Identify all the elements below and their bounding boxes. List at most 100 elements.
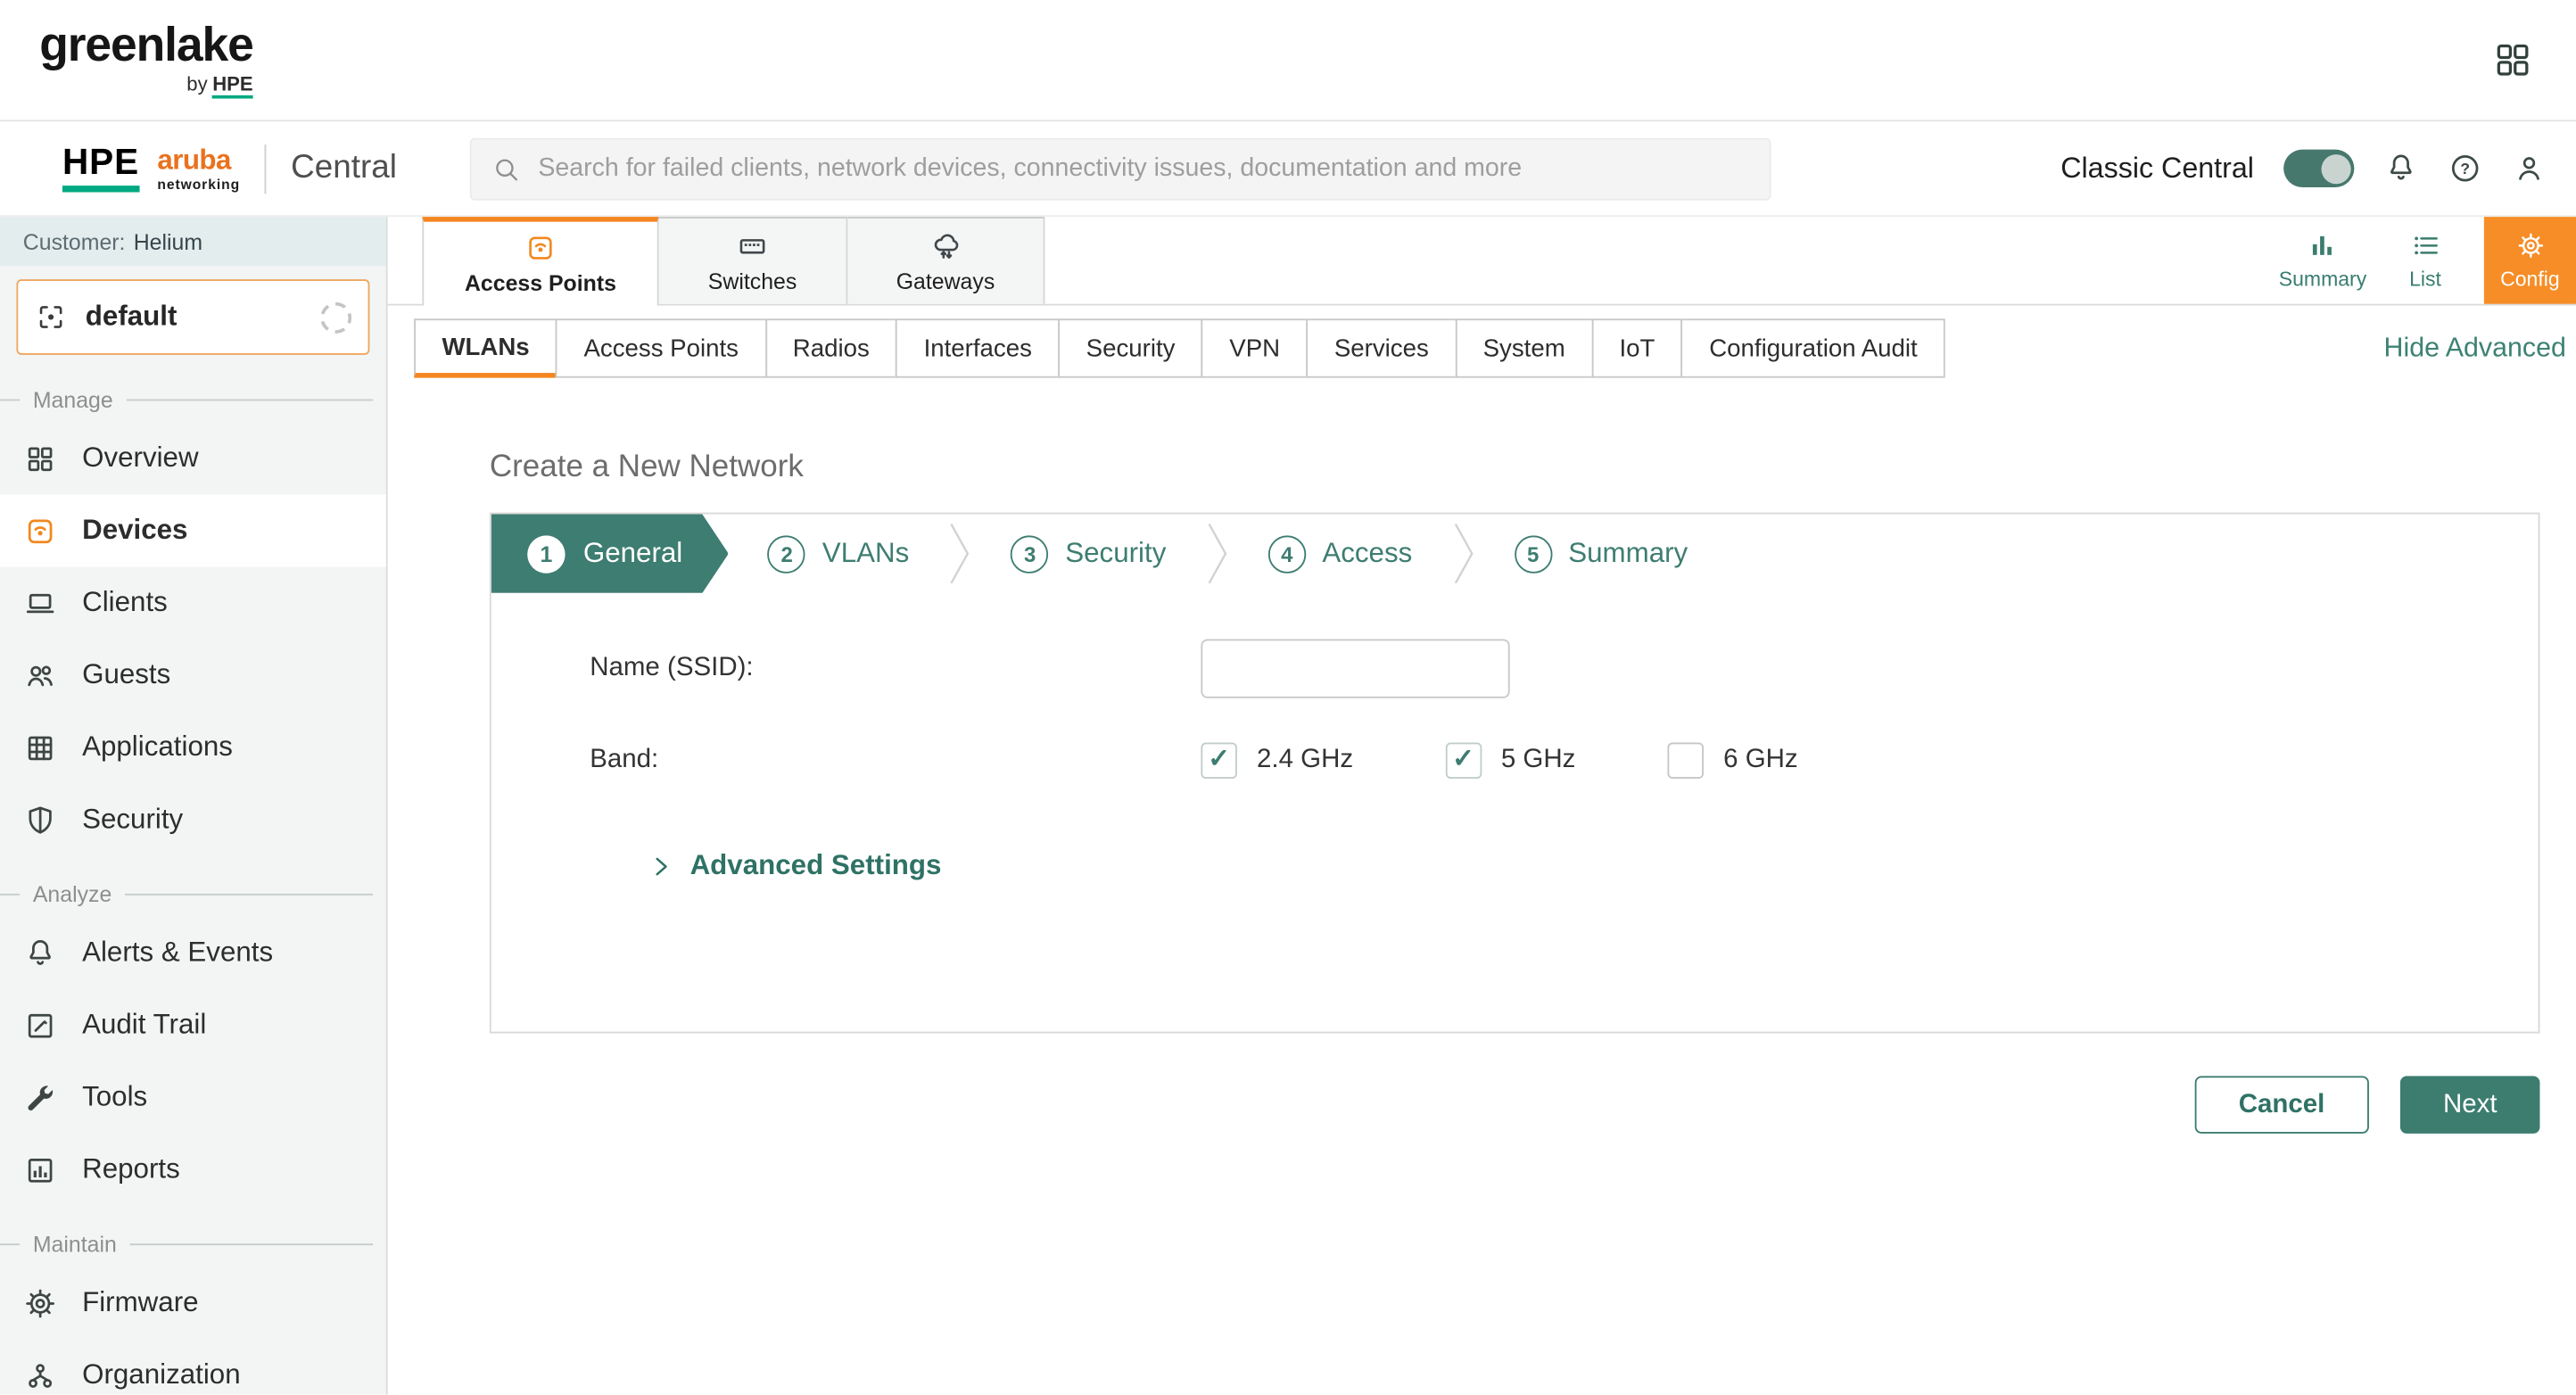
- subtab-access-points[interactable]: Access Points: [556, 318, 766, 377]
- chevron-right-icon: [649, 854, 674, 879]
- hide-advanced-link[interactable]: Hide Advanced: [2364, 333, 2566, 364]
- wizard-step-security[interactable]: 3 Security: [971, 514, 1205, 592]
- subtab-system[interactable]: System: [1455, 318, 1593, 377]
- sidebar-item-organization[interactable]: Organization: [0, 1339, 386, 1395]
- cancel-button[interactable]: Cancel: [2194, 1076, 2369, 1133]
- group-selector[interactable]: default: [16, 279, 369, 355]
- config-subtabs: WLANs Access Points Radios Interfaces Se…: [388, 306, 2576, 392]
- band-option-5ghz[interactable]: 5 GHz: [1445, 743, 1575, 780]
- wizard-step-vlans[interactable]: 2 VLANs: [729, 514, 949, 592]
- step-number: 1: [527, 535, 565, 573]
- sidebar-item-tools[interactable]: Tools: [0, 1061, 386, 1134]
- hpe-aruba-brand: HPE aruba networking Central: [62, 144, 397, 193]
- sidebar-item-guests[interactable]: Guests: [0, 639, 386, 711]
- band-row: Band: 2.4 GHz 5 GHz: [590, 714, 2538, 806]
- ssid-input[interactable]: [1201, 639, 1509, 698]
- step-separator-chevron-icon: [1451, 514, 1474, 592]
- next-button[interactable]: Next: [2400, 1076, 2539, 1133]
- subtab-radios[interactable]: Radios: [764, 318, 897, 377]
- sidebar-item-reports[interactable]: Reports: [0, 1134, 386, 1206]
- greenlake-wordmark: greenlake: [39, 22, 252, 70]
- bar-chart-icon: [2307, 230, 2338, 261]
- access-point-icon: [524, 232, 557, 265]
- device-type-strip: Access Points Switches Gateways Summary: [388, 217, 2576, 305]
- global-search[interactable]: [469, 137, 1771, 200]
- checkbox-6ghz[interactable]: [1668, 743, 1705, 780]
- subtab-vpn[interactable]: VPN: [1201, 318, 1308, 377]
- overview-grid-icon: [23, 442, 58, 476]
- section-label-maintain: Maintain: [0, 1232, 386, 1257]
- shield-icon: [23, 803, 58, 838]
- wizard-actions: Cancel Next: [490, 1076, 2540, 1133]
- section-label-manage: Manage: [0, 388, 386, 413]
- wizard-step-summary[interactable]: 5 Summary: [1474, 514, 1727, 592]
- access-point-icon: [23, 514, 58, 549]
- appbar-actions: Classic Central ?: [2060, 150, 2547, 187]
- customer-bar: Customer: Helium: [0, 217, 386, 266]
- sidebar-item-devices[interactable]: Devices: [0, 494, 386, 566]
- aruba-networking-logo: aruba networking: [157, 145, 240, 191]
- aruba-central-page: greenlake by HPE HPE aruba networking Ce…: [0, 0, 2576, 1395]
- tab-switches[interactable]: Switches: [659, 217, 848, 304]
- subtab-configuration-audit[interactable]: Configuration Audit: [1681, 318, 1945, 377]
- greenlake-logo: greenlake by HPE: [39, 22, 252, 98]
- sidebar-item-applications[interactable]: Applications: [0, 712, 386, 784]
- subtab-iot[interactable]: IoT: [1591, 318, 1683, 377]
- subtab-security[interactable]: Security: [1058, 318, 1202, 377]
- checkbox-5ghz[interactable]: [1445, 743, 1482, 780]
- advanced-settings-toggle[interactable]: Advanced Settings: [649, 849, 2539, 882]
- step-separator-chevron-icon: [948, 514, 971, 592]
- sidebar: Customer: Helium default Manage Overview…: [0, 217, 388, 1395]
- body-row: Customer: Helium default Manage Overview…: [0, 217, 2576, 1395]
- sidebar-item-alerts-events[interactable]: Alerts & Events: [0, 917, 386, 989]
- sidebar-item-security[interactable]: Security: [0, 784, 386, 856]
- wrench-icon: [23, 1080, 58, 1115]
- content-area: Create a New Network 1 General 2 VLANs: [388, 391, 2576, 1394]
- subtab-wlans[interactable]: WLANs: [414, 318, 557, 377]
- user-profile-icon[interactable]: [2512, 151, 2547, 186]
- wizard-step-access[interactable]: 4 Access: [1228, 514, 1451, 592]
- gear-icon: [23, 1285, 58, 1320]
- help-icon[interactable]: ?: [2448, 151, 2482, 186]
- wizard-step-general[interactable]: 1 General: [491, 514, 729, 592]
- central-appbar: HPE aruba networking Central Classic Cen…: [0, 121, 2576, 217]
- ssid-label: Name (SSID):: [590, 654, 1201, 683]
- search-icon: [491, 153, 520, 183]
- hpe-mini-logo: HPE: [212, 73, 252, 98]
- list-icon: [2410, 230, 2441, 261]
- audit-note-icon: [23, 1008, 58, 1043]
- sidebar-item-overview[interactable]: Overview: [0, 422, 386, 494]
- tab-access-points[interactable]: Access Points: [422, 217, 658, 305]
- classic-central-toggle[interactable]: [2283, 150, 2354, 187]
- wizard-steps: 1 General 2 VLANs 3 Security: [491, 514, 2539, 592]
- page-title: Create a New Network: [490, 450, 2540, 487]
- checkbox-24ghz[interactable]: [1201, 743, 1237, 780]
- notifications-bell-icon[interactable]: [2383, 151, 2418, 186]
- report-chart-icon: [23, 1152, 58, 1187]
- view-config[interactable]: Config: [2484, 217, 2576, 304]
- classic-central-label: Classic Central: [2060, 151, 2254, 186]
- tab-gateways[interactable]: Gateways: [847, 217, 1044, 304]
- band-label: Band:: [590, 746, 1201, 775]
- step-number: 4: [1268, 535, 1306, 573]
- search-input[interactable]: [535, 152, 1749, 185]
- view-list[interactable]: List: [2409, 230, 2441, 291]
- greenlake-by-hpe: by HPE: [186, 73, 252, 98]
- subtab-services[interactable]: Services: [1307, 318, 1457, 377]
- step-separator-chevron-icon: [1206, 514, 1229, 592]
- apps-grid-icon[interactable]: [2492, 39, 2533, 80]
- band-option-24ghz[interactable]: 2.4 GHz: [1201, 743, 1353, 780]
- group-name: default: [86, 301, 178, 334]
- sidebar-item-firmware[interactable]: Firmware: [0, 1267, 386, 1339]
- customer-name: Helium: [134, 229, 202, 254]
- people-icon: [23, 658, 58, 693]
- sidebar-item-audit-trail[interactable]: Audit Trail: [0, 989, 386, 1061]
- view-summary[interactable]: Summary: [2279, 230, 2367, 291]
- apps-table-icon: [23, 731, 58, 765]
- subtab-interfaces[interactable]: Interfaces: [896, 318, 1060, 377]
- step-number: 3: [1011, 535, 1048, 573]
- sidebar-item-clients[interactable]: Clients: [0, 566, 386, 639]
- general-form: Name (SSID): Band: 2.4 GHz: [491, 593, 2539, 882]
- band-option-6ghz[interactable]: 6 GHz: [1668, 743, 1798, 780]
- loading-spinner-icon: [320, 301, 351, 333]
